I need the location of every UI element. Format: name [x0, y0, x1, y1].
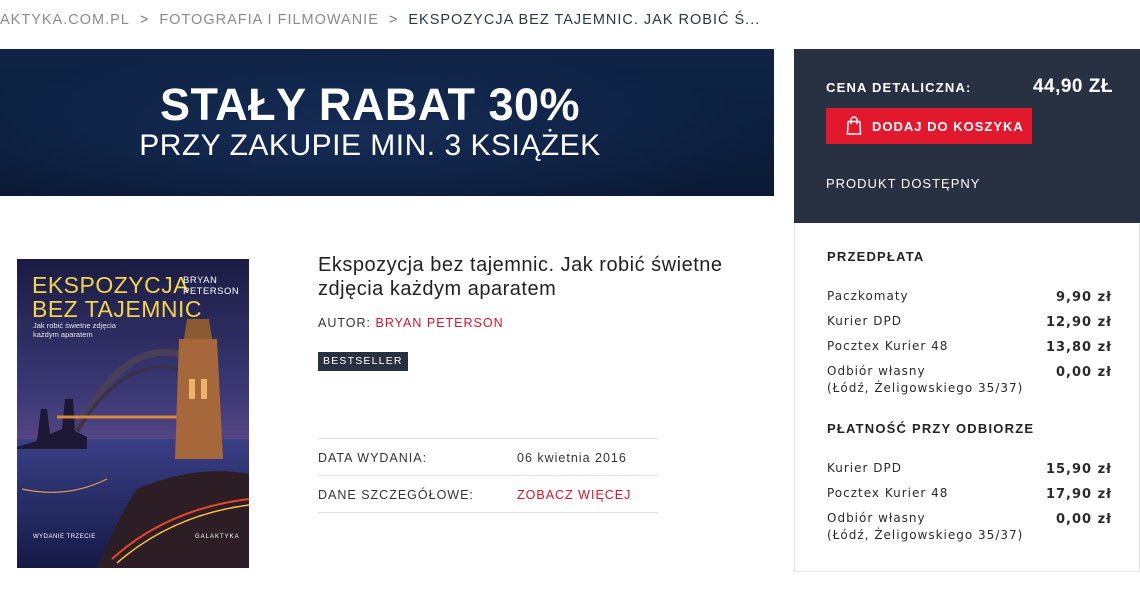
add-to-cart-button[interactable]: DODAJ DO KOSZYKA — [826, 108, 1032, 144]
bestseller-badge: BESTSELLER — [318, 352, 408, 371]
cover-edition: WYDANIE TRZECIE — [33, 534, 96, 540]
details-value: 06 kwietnia 2016 — [517, 451, 627, 465]
shipping-option-name: Odbiór własny — [827, 364, 926, 378]
cover-subtitle: Jak robić świetne zdjęcia każdym aparatem — [33, 321, 116, 339]
shipping-option-cost: 12,90 zł — [1045, 315, 1112, 330]
shipping-option-cost: 0,00 zł — [1056, 365, 1112, 380]
cod-heading: PŁATNOŚĆ PRZY ODBIORZE — [827, 421, 1035, 436]
price-value: 44,90 ZŁ — [1032, 76, 1113, 97]
shipping-option-name: Kurier DPD — [827, 314, 902, 328]
promo-banner[interactable]: STAŁY RABAT 30% PRZY ZAKUPIE MIN. 3 KSIĄ… — [0, 49, 774, 196]
shipping-option-cost: 13,80 zł — [1045, 340, 1112, 355]
see-more-link[interactable]: ZOBACZ WIĘCEJ — [517, 488, 631, 502]
breadcrumb: AKTYKA.COM.PL > FOTOGRAFIA I FILMOWANIE > EK… — [0, 12, 760, 32]
cover-title: EKSPOZYCJA BEZ TAJEMNIC — [32, 272, 202, 322]
purchase-box: CENA DETALICZNA: 44,90 ZŁ DODAJ DO KOSZY… — [794, 49, 1140, 223]
author-link[interactable]: BRYAN PETERSON — [375, 316, 503, 330]
shipping-option-name: Kurier DPD — [827, 461, 902, 475]
cover-author: BRYAN PETERSON — [183, 275, 240, 297]
breadcrumb-separator: > — [388, 12, 399, 29]
details-key: DATA WYDANIA: — [318, 451, 428, 465]
shipping-option-name: Pocztex Kurier 48 — [827, 486, 949, 500]
product-title: Ekspozycja bez tajemnic. Jak robić świet… — [318, 254, 723, 300]
shipping-option-cost: 17,90 zł — [1045, 487, 1112, 502]
details-row-more: DANE SZCZEGÓŁOWE: ZOBACZ WIĘCEJ — [318, 476, 658, 513]
product-author: AUTOR: BRYAN PETERSON — [318, 316, 504, 330]
shipping-option-cost: 0,00 zł — [1056, 512, 1112, 527]
shopping-bag-icon — [846, 116, 862, 135]
prepaid-heading: PRZEDPŁATA — [827, 249, 925, 264]
shipping-option-cost: 9,90 zł — [1056, 290, 1112, 305]
book-cover-image[interactable]: EKSPOZYCJA BEZ TAJEMNIC BRYAN PETERSON Jak… — [17, 259, 249, 568]
author-label: AUTOR: — [318, 316, 371, 330]
price-label: CENA DETALICZNA: — [826, 80, 972, 95]
add-to-cart-label: DODAJ DO KOSZYKA — [872, 119, 1024, 134]
details-row-release-date: DATA WYDANIA: 06 kwietnia 2016 — [318, 439, 658, 476]
shipping-option: Odbiór własny (Łódź, Żeligowskiego 35/37… — [827, 510, 1112, 544]
shipping-option: Odbiór własny (Łódź, Żeligowskiego 35/37… — [827, 363, 1112, 397]
breadcrumb-home-link[interactable]: AKTYKA.COM.PL — [0, 12, 130, 28]
shipping-option-address: (Łódź, Żeligowskiego 35/37) — [827, 381, 1024, 395]
shipping-option-name: Pocztex Kurier 48 — [827, 339, 949, 353]
shipping-box: PRZEDPŁATA Paczkomaty 9,90 zł Kurier DPD… — [794, 223, 1140, 572]
shipping-option-name: Odbiór własny — [827, 511, 926, 525]
details-key: DANE SZCZEGÓŁOWE: — [318, 488, 474, 502]
cover-publisher: GALAKTYKA — [195, 534, 240, 540]
availability-status: PRODUKT DOSTĘPNY — [826, 176, 981, 191]
product-details-table: DATA WYDANIA: 06 kwietnia 2016 DANE SZCZ… — [318, 438, 658, 513]
breadcrumb-category-link[interactable]: FOTOGRAFIA I FILMOWANIE — [159, 12, 379, 28]
breadcrumb-separator: > — [139, 12, 150, 29]
breadcrumb-current: EKSPOZYCJA BEZ TAJEMNIC. JAK ROBIĆ Ś... — [408, 12, 761, 29]
shipping-option-name: Paczkomaty — [827, 289, 909, 303]
shipping-option-address: (Łódź, Żeligowskiego 35/37) — [827, 528, 1024, 542]
shipping-option-cost: 15,90 zł — [1045, 462, 1112, 477]
promo-banner-subline: PRZY ZAKUPIE MIN. 3 KSIĄŻEK — [139, 129, 601, 162]
promo-banner-headline: STAŁY RABAT 30% — [159, 79, 581, 130]
